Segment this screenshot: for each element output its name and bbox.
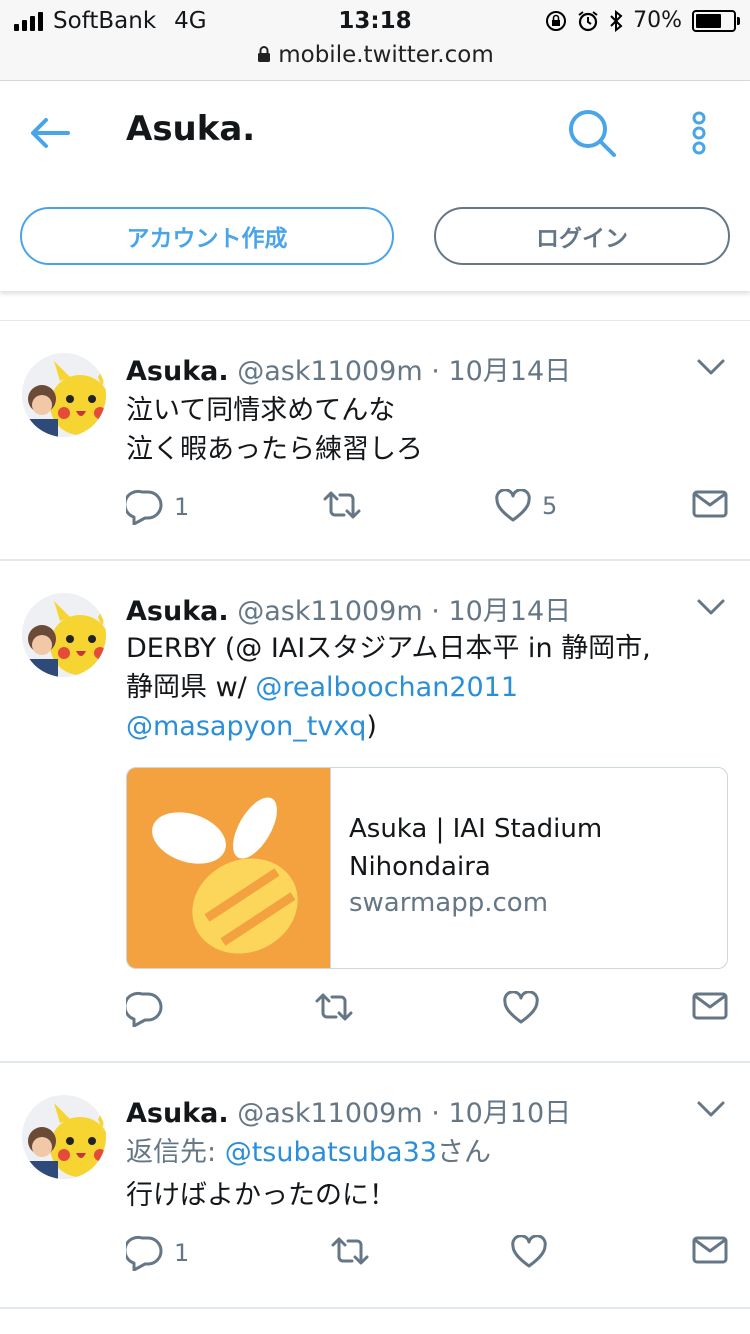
link-card[interactable]: Asuka | IAI Stadium Nihondaira swarmapp.… bbox=[126, 767, 728, 969]
tweet-text: 泣いて同情求めてんな 泣く暇あったら練習しろ bbox=[126, 391, 423, 469]
retweet-icon bbox=[331, 1237, 369, 1265]
chevron-down-icon[interactable] bbox=[696, 357, 726, 377]
url-bar[interactable]: mobile.twitter.com bbox=[0, 42, 750, 68]
retweet-icon bbox=[315, 993, 353, 1021]
tweet[interactable]: Asuka. @ask11009m · 10月14日 DERBY (@ IAIス… bbox=[0, 561, 750, 1063]
reply-button[interactable]: 1 bbox=[126, 1235, 189, 1271]
chevron-down-icon[interactable] bbox=[696, 597, 726, 617]
tweet-line: 泣いて同情求めてんな bbox=[126, 395, 396, 426]
tweet-line: 行けばよかったのに！ bbox=[126, 1180, 396, 1211]
envelope-icon bbox=[692, 490, 728, 518]
tweet-actions bbox=[126, 991, 730, 1031]
more-vertical-icon[interactable] bbox=[684, 107, 714, 159]
retweet-button[interactable] bbox=[322, 489, 362, 521]
battery-percent: 70% bbox=[633, 8, 682, 33]
profile-header: Asuka. アカウント作成 ログイン bbox=[0, 81, 750, 291]
avatar[interactable] bbox=[22, 593, 106, 677]
tweet-text-segment: 静岡県 w/ bbox=[126, 672, 256, 703]
mention-link[interactable]: @tsubatsuba33 bbox=[225, 1137, 437, 1168]
author-name[interactable]: Asuka. bbox=[126, 356, 229, 387]
reply-button[interactable] bbox=[126, 991, 164, 1027]
tweet-header: Asuka. @ask11009m · 10月14日 bbox=[126, 589, 571, 628]
author-name[interactable]: Asuka. bbox=[126, 1098, 229, 1129]
reply-button[interactable]: 1 bbox=[126, 489, 189, 525]
tweet-line: @masapyon_tvxq) bbox=[126, 707, 651, 746]
arrow-left-icon[interactable] bbox=[28, 111, 72, 155]
login-button[interactable]: ログイン bbox=[434, 207, 730, 265]
reply-count: 1 bbox=[174, 493, 190, 521]
swarm-logo bbox=[152, 797, 298, 954]
envelope-icon bbox=[692, 1236, 728, 1264]
bluetooth-icon bbox=[610, 9, 623, 32]
avatar-image bbox=[22, 593, 106, 677]
status-right: 70% bbox=[545, 8, 740, 33]
like-button[interactable]: 5 bbox=[494, 489, 557, 523]
tweet-line: DERBY (@ IAIスタジアム日本平 in 静岡市, bbox=[126, 633, 651, 664]
dm-button[interactable] bbox=[692, 1235, 728, 1265]
author-handle[interactable]: @ask11009m bbox=[237, 1098, 422, 1129]
tweet-text: DERBY (@ IAIスタジアム日本平 in 静岡市, 静岡県 w/ @rea… bbox=[126, 629, 651, 746]
reply-suffix: さん bbox=[436, 1137, 491, 1168]
like-count: 5 bbox=[542, 492, 558, 520]
reply-icon bbox=[126, 1235, 163, 1271]
avatar[interactable] bbox=[22, 1095, 106, 1179]
dm-button[interactable] bbox=[692, 991, 728, 1021]
like-button[interactable] bbox=[510, 1235, 548, 1269]
mention-link[interactable]: @realboochan2011 bbox=[255, 672, 518, 703]
heart-icon bbox=[503, 991, 539, 1024]
tweet[interactable]: Asuka. @ask11009m · 10月10日 返信先: @tsubats… bbox=[0, 1063, 750, 1309]
tweet[interactable]: Asuka. @ask11009m · 10月14日 泣いて同情求めてんな 泣く… bbox=[0, 321, 750, 561]
tweet-text: 返信先: @tsubatsuba33さん 行けばよかったのに！ bbox=[126, 1133, 491, 1215]
author-handle[interactable]: @ask11009m bbox=[237, 356, 422, 387]
page-title: Asuka. bbox=[126, 109, 256, 149]
reply-icon bbox=[126, 991, 163, 1027]
search-icon[interactable] bbox=[566, 107, 618, 159]
rotation-lock-icon bbox=[546, 10, 567, 31]
heart-icon bbox=[495, 489, 531, 522]
tweet-actions: 1 bbox=[126, 1235, 730, 1275]
card-domain: swarmapp.com bbox=[349, 888, 549, 918]
separator: · bbox=[431, 1098, 440, 1129]
retweet-button[interactable] bbox=[330, 1235, 370, 1267]
separator: · bbox=[431, 356, 440, 387]
card-image bbox=[127, 768, 331, 968]
author-name[interactable]: Asuka. bbox=[126, 596, 229, 627]
reply-prefix: 返信先: bbox=[126, 1137, 225, 1168]
heart-icon bbox=[511, 1235, 547, 1268]
reply-icon bbox=[126, 489, 163, 525]
tweet-header: Asuka. @ask11009m · 10月10日 bbox=[126, 1091, 571, 1130]
avatar-image bbox=[22, 353, 106, 437]
like-button[interactable] bbox=[502, 991, 540, 1025]
tweet-date[interactable]: 10月10日 bbox=[448, 1098, 571, 1129]
retweet-icon bbox=[323, 491, 361, 519]
reply-count: 1 bbox=[174, 1239, 190, 1267]
tweet-header: Asuka. @ask11009m · 10月14日 bbox=[126, 349, 571, 388]
author-handle[interactable]: @ask11009m bbox=[237, 596, 422, 627]
tweet-line: 泣く暇あったら練習しろ bbox=[126, 434, 423, 465]
tweet-date[interactable]: 10月14日 bbox=[448, 596, 571, 627]
tweet-actions: 1 5 bbox=[126, 489, 730, 529]
signup-button[interactable]: アカウント作成 bbox=[20, 207, 394, 265]
lock-icon bbox=[258, 46, 271, 62]
tweet-date[interactable]: 10月14日 bbox=[448, 356, 571, 387]
avatar-image bbox=[22, 1095, 106, 1179]
tweet-line: 静岡県 w/ @realboochan2011 bbox=[126, 668, 651, 707]
status-bar: SoftBank 4G 13:18 70% mobile.twitter.com bbox=[0, 0, 750, 81]
battery-icon bbox=[692, 9, 740, 32]
card-title: Asuka | IAI Stadium Nihondaira bbox=[349, 814, 603, 882]
url-text: mobile.twitter.com bbox=[278, 42, 494, 68]
mention-link[interactable]: @masapyon_tvxq bbox=[126, 711, 366, 742]
dm-button[interactable] bbox=[692, 489, 728, 519]
separator: · bbox=[431, 596, 440, 627]
alarm-icon bbox=[578, 10, 598, 31]
retweet-button[interactable] bbox=[314, 991, 354, 1023]
chevron-down-icon[interactable] bbox=[696, 1099, 726, 1119]
avatar[interactable] bbox=[22, 353, 106, 437]
reply-context: 返信先: @tsubatsuba33さん bbox=[126, 1133, 491, 1172]
tweet-text-segment: ) bbox=[366, 711, 377, 742]
envelope-icon bbox=[692, 992, 728, 1020]
